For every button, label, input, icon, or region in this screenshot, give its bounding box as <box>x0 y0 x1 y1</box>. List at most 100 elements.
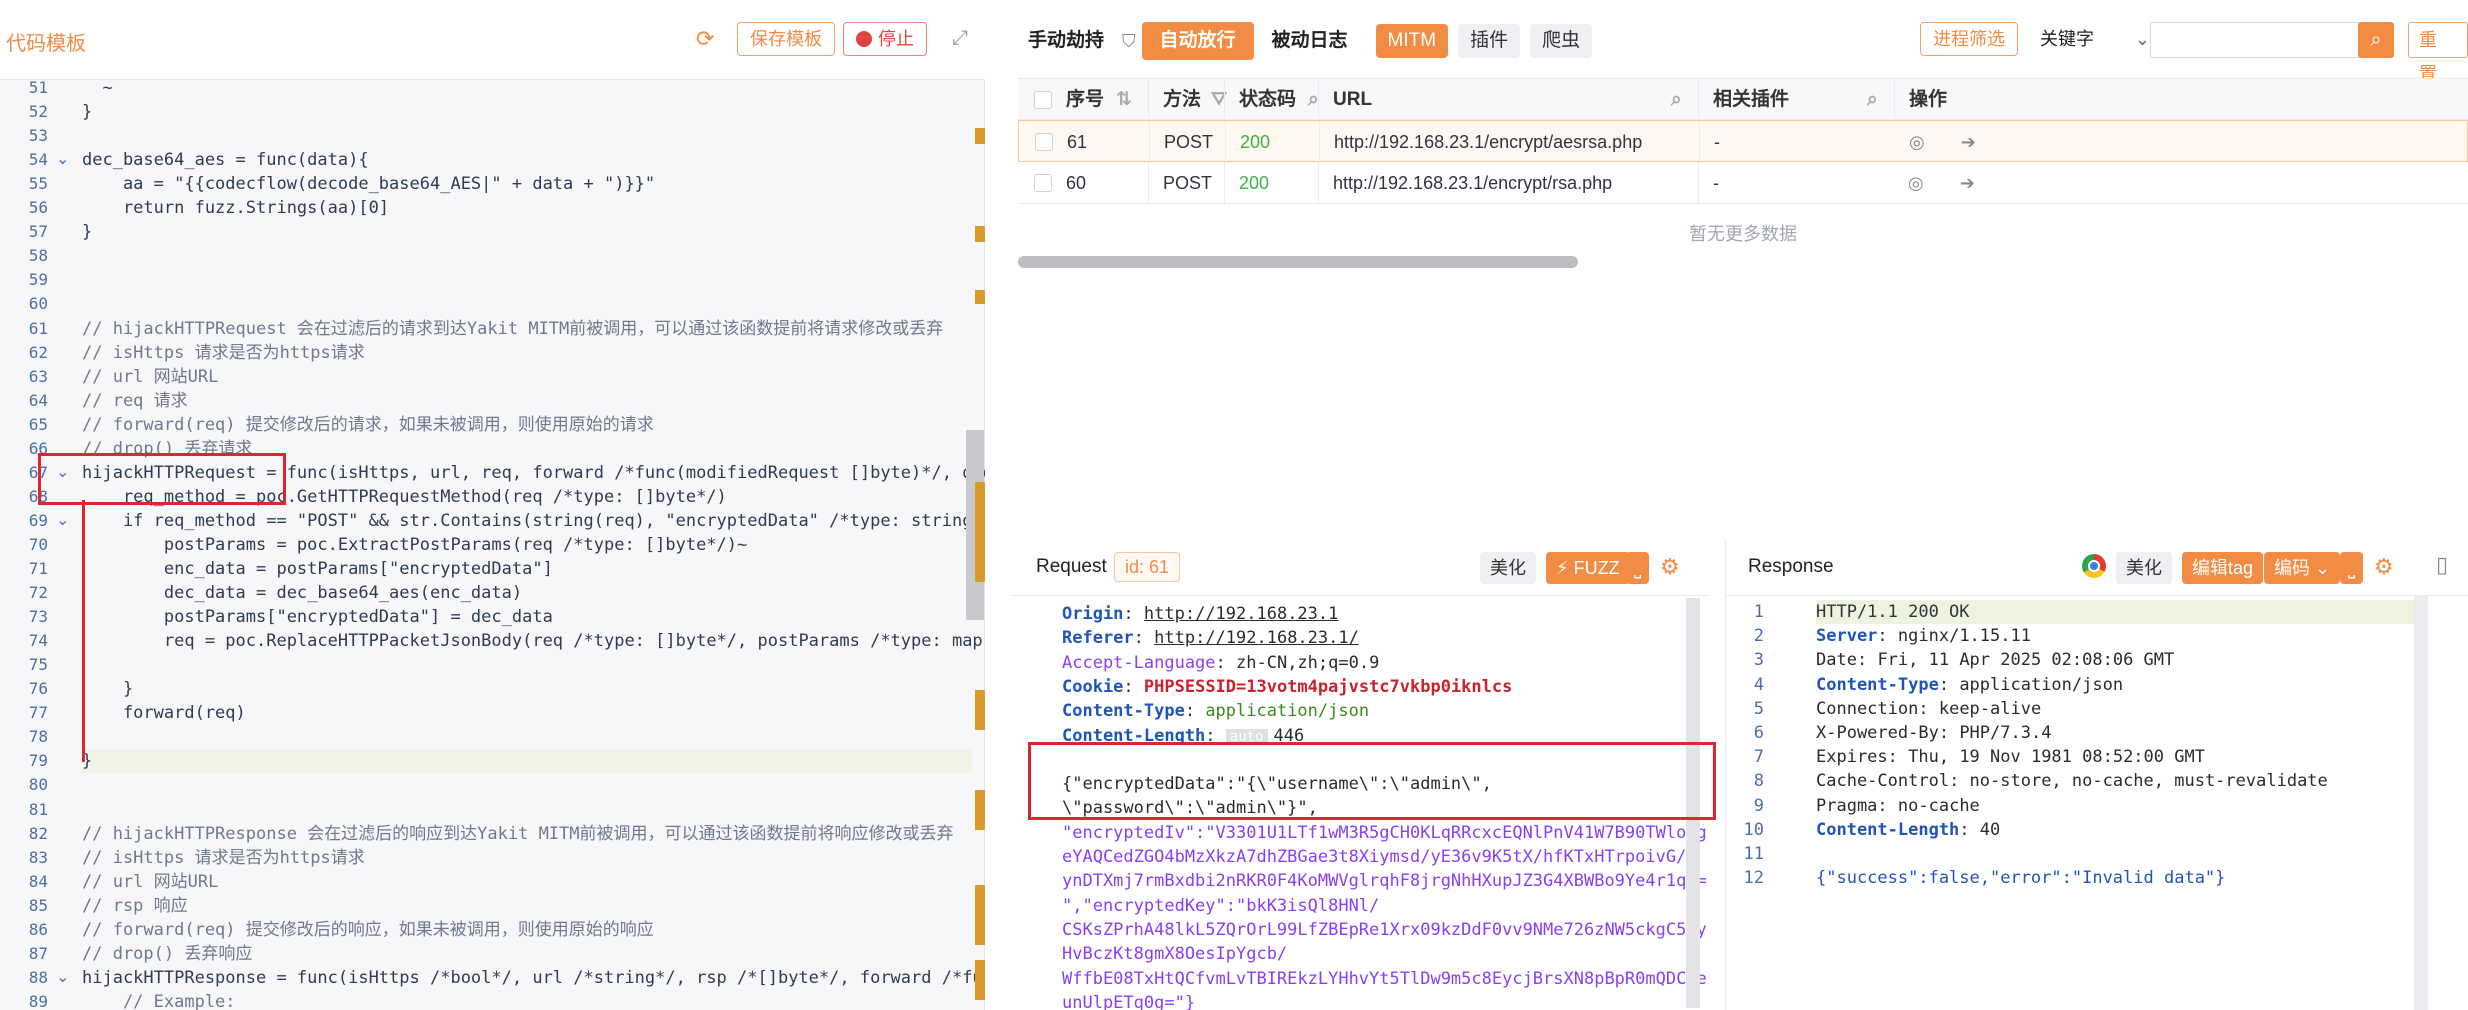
save-template-button[interactable]: 保存模板 <box>737 22 835 56</box>
gear-icon[interactable]: ⚙ <box>2374 554 2394 580</box>
response-line: Server: nginx/1.15.11 <box>1816 626 2031 647</box>
edit-tag-button[interactable]: 编辑tag <box>2182 552 2264 584</box>
search-icon[interactable]: ⌕ <box>1867 79 1878 121</box>
mode-tabs: 手动劫持 ⛉ 自动放行 被动日志 MITM 插件 爬虫 <box>1010 20 1593 62</box>
chrome-icon[interactable] <box>2082 554 2106 578</box>
row-id: 60 <box>1066 173 1087 193</box>
scroll-marker <box>975 128 985 144</box>
code-editor[interactable]: 51 ~52} 53 54 ⌄ dec_base64_aes = func(data){… <box>0 76 985 1010</box>
tab-crawler[interactable]: 爬虫 <box>1530 24 1593 58</box>
line-number: 76 <box>28 679 48 699</box>
fold-chevron-icon[interactable]: ⌄ <box>56 966 69 990</box>
tab-plugin[interactable]: 插件 <box>1458 24 1521 58</box>
fullscreen-icon[interactable]: ⤢ <box>952 27 968 50</box>
request-body-line: ynDTXmj7rmBxdbi2nRKR0F4KoMWVglrqhF8jrgNh… <box>1062 871 1707 892</box>
line-number: 77 <box>28 703 48 723</box>
request-header-line: Content-Type: application/json <box>1062 701 1370 722</box>
line-number: 51 <box>28 78 48 97</box>
code-line: } <box>82 102 93 123</box>
fold-chevron-icon[interactable]: ⌄ <box>56 509 69 533</box>
tab-auto-release[interactable]: 自动放行 <box>1141 22 1254 60</box>
response-line: Cache-Control: no-store, no-cache, must-… <box>1816 771 2328 792</box>
search-icon[interactable]: ⌕ <box>1671 79 1682 121</box>
line-number: 86 <box>28 919 48 939</box>
send-icon[interactable]: ⎵ <box>1626 552 1650 584</box>
browser-icon[interactable]: ◎ <box>1909 132 1925 152</box>
scroll-marker <box>975 290 985 304</box>
send-icon[interactable]: ⎵ <box>2340 552 2364 584</box>
col-plugin[interactable]: 相关插件 ⌕ <box>1698 79 1898 121</box>
col-id[interactable]: 序号 ⇅ <box>1018 79 1148 121</box>
code-line: ~ <box>82 78 113 98</box>
line-number: 72 <box>28 583 48 603</box>
gear-icon[interactable]: ⚙ <box>1660 554 1680 580</box>
row-status: 200 <box>1225 121 1270 163</box>
col-url[interactable]: URL ⌕ <box>1318 79 1698 121</box>
row-actions: ◎ ➔ <box>1895 121 1976 163</box>
refresh-icon[interactable]: ⟳ <box>696 26 722 52</box>
tab-manual-hijack[interactable]: 手动劫持 <box>1010 22 1122 60</box>
col-status[interactable]: 状态码 ⌕ <box>1224 79 1319 121</box>
request-body-line: "encryptedIv":"V3301U1LTf1wM3R5gCH0KLqRR… <box>1062 822 1707 843</box>
fold-chevron-icon[interactable]: ⌄ <box>56 148 69 172</box>
table-row[interactable]: 61 POST 200 http://192.168.23.1/encrypt/… <box>1018 120 2468 163</box>
line-number: 3 <box>1753 650 1764 671</box>
stop-button[interactable]: 停止 <box>843 22 927 56</box>
request-title: Request <box>1036 556 1107 577</box>
table-horizontal-scrollbar[interactable] <box>1018 256 1578 268</box>
line-number: 11 <box>1743 844 1764 864</box>
beautify-button[interactable]: 美化 <box>2116 552 2172 584</box>
response-header: Response 美化 编辑tag 编码 ⌄ ⎵ ⚙ ▯ <box>1726 540 2468 596</box>
reset-button[interactable]: 重 置 <box>2408 22 2468 84</box>
beautify-button[interactable]: 美化 <box>1480 552 1536 584</box>
request-body-line: unUlpETq0g="} <box>1062 992 1196 1010</box>
table-row[interactable]: 60 POST 200 http://192.168.23.1/encrypt/… <box>1018 162 2468 204</box>
line-number: 73 <box>28 607 48 627</box>
response-line: HTTP/1.1 200 OK <box>1816 600 2416 624</box>
no-more-data: 暂无更多数据 <box>1689 224 1797 244</box>
open-detail-icon[interactable]: ➔ <box>1960 173 1975 193</box>
code-line: } <box>82 222 93 243</box>
encode-button[interactable]: 编码 ⌄ <box>2264 552 2341 584</box>
tab-mitm[interactable]: MITM <box>1375 24 1449 58</box>
code-line: return fuzz.Strings(aa)[0] <box>82 198 390 219</box>
col-method[interactable]: 方法 ⛛ <box>1148 79 1227 121</box>
highlight-box-code <box>38 453 286 505</box>
tab-passive-log[interactable]: 被动日志 <box>1254 22 1366 60</box>
open-detail-icon[interactable]: ➔ <box>1961 132 1976 152</box>
line-number: 83 <box>28 847 48 867</box>
response-line: X-Powered-By: PHP/7.3.4 <box>1816 723 2052 743</box>
request-id-badge: id: 61 <box>1114 552 1181 582</box>
response-scrollbar[interactable] <box>2414 596 2428 1010</box>
keyword-input[interactable] <box>2150 22 2364 58</box>
fuzz-button[interactable]: ⚡ FUZZ <box>1546 552 1630 584</box>
code-line: // url 网站URL <box>82 366 219 387</box>
code-line: // isHttps 请求是否为https请求 <box>82 342 365 363</box>
sidebar-toggle-icon[interactable]: ▯ <box>2436 552 2448 578</box>
request-body-line: WffbE08TxHtQCfvmLvTBIREkzLYHhvYt5TlDw9m5… <box>1062 968 1707 989</box>
code-line: if req_method == "POST" && str.Contains(… <box>82 510 985 531</box>
request-body-line: eYAQCedZGO4bMzXkzA7dhZBGae3t8Xiymsd/yE36… <box>1062 847 1687 867</box>
browser-icon[interactable]: ◎ <box>1908 173 1924 193</box>
keyword-select[interactable]: 关键字 ⌄ <box>2040 22 2150 56</box>
scroll-marker <box>975 885 985 945</box>
request-header-line: Origin: http://192.168.23.1 <box>1062 604 1339 624</box>
sort-icon[interactable]: ⇅ <box>1116 89 1132 110</box>
code-line: aa = "{{codecflow(decode_base64_AES|" + … <box>82 174 656 195</box>
line-number: 12 <box>1743 868 1764 889</box>
line-number: 56 <box>28 198 48 218</box>
shield-icon[interactable]: ⛉ <box>1122 31 1136 52</box>
line-number: 7 <box>1753 747 1764 768</box>
process-filter-button[interactable]: 进程筛选 <box>1920 22 2018 56</box>
line-number: 55 <box>28 174 48 194</box>
search-icon[interactable]: ⌕ <box>2358 22 2394 58</box>
line-number: 4 <box>1753 674 1764 695</box>
line-number: 78 <box>28 727 48 747</box>
request-header: Request id: 61 美化 ⚡ FUZZ ⎵ ⚙ <box>1010 540 1710 596</box>
code-line: // forward(req) 提交修改后的请求，如果未被调用，则使用原始的请求 <box>82 414 654 435</box>
left-header: 代码模板 ⟳ 保存模板 停止 ⤢ <box>0 0 985 80</box>
line-number: 9 <box>1753 795 1764 816</box>
line-number: 75 <box>28 655 48 675</box>
code-line: // rsp 响应 <box>82 895 188 916</box>
code-line: // req 请求 <box>82 390 188 411</box>
